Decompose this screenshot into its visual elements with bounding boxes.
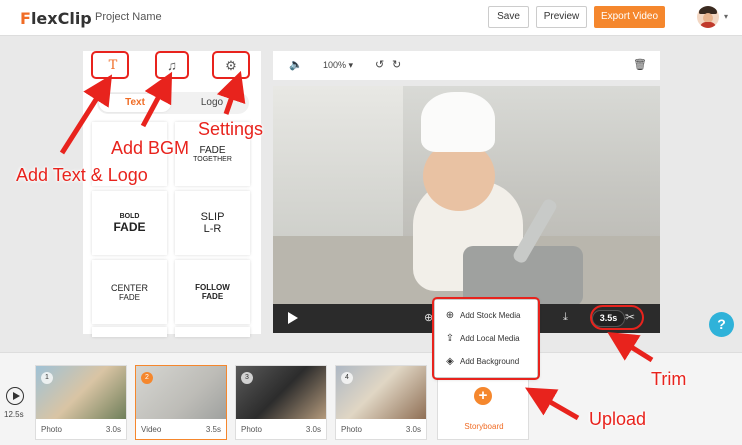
chevron-down-icon[interactable]: ▾ bbox=[724, 12, 728, 21]
logo-rest: lexClip bbox=[30, 9, 92, 28]
timeline-clip[interactable]: 1 Photo 3.0s bbox=[35, 365, 127, 440]
help-button[interactable]: ? bbox=[709, 312, 734, 337]
kitchen-background bbox=[273, 86, 403, 236]
timeline: 12.5s 1 Photo 3.0s 2 Video 3.5s 3 Photo … bbox=[0, 352, 742, 445]
clip-duration: 3.0s bbox=[105, 425, 121, 434]
total-duration: 12.5s bbox=[4, 410, 24, 419]
annotation-text-logo: Add Text & Logo bbox=[16, 165, 148, 185]
clip-duration: 3.5s bbox=[205, 425, 221, 434]
annotation-box-popup bbox=[432, 297, 540, 380]
text-template-tile[interactable]: CENTER FADE bbox=[92, 260, 167, 324]
preview-toolbar: 🔈 100% ▾ ↺ ↻ 🗑 bbox=[273, 51, 660, 80]
video-preview[interactable] bbox=[273, 86, 660, 304]
storyboard-label: Storyboard bbox=[464, 422, 504, 431]
clip-number: 3 bbox=[241, 372, 253, 384]
tile-line-1: FADE bbox=[199, 145, 226, 156]
trash-icon[interactable]: 🗑 bbox=[633, 58, 647, 71]
annotation-box-text bbox=[91, 51, 129, 79]
top-bar: FlexClip Project Name Save Preview Expor… bbox=[0, 0, 742, 36]
timeline-clip[interactable]: 4 Photo 3.0s bbox=[335, 365, 427, 440]
text-template-tile[interactable]: BOLD FADE bbox=[92, 191, 167, 255]
clip-duration: 3.0s bbox=[305, 425, 321, 434]
preview-button[interactable]: Preview bbox=[536, 6, 587, 28]
export-video-button[interactable]: Export Video bbox=[594, 6, 665, 28]
tile-line-1: CENTER bbox=[110, 282, 148, 293]
annotation-trim: Trim bbox=[651, 369, 687, 389]
split-icon[interactable]: ⤓ bbox=[563, 311, 568, 324]
annotation-bgm: Add BGM bbox=[111, 138, 190, 158]
annotation-box-settings bbox=[212, 51, 250, 79]
redo-icon[interactable]: ↻ bbox=[392, 58, 401, 71]
clip-type: Video bbox=[141, 425, 162, 434]
text-template-tile[interactable] bbox=[92, 327, 167, 337]
annotation-box-time bbox=[590, 305, 644, 330]
tab-text[interactable]: Text bbox=[99, 94, 171, 112]
zoom-select[interactable]: 100% ▾ bbox=[323, 60, 353, 71]
timeline-clip[interactable]: 3 Photo 3.0s bbox=[235, 365, 327, 440]
play-icon[interactable] bbox=[288, 312, 298, 324]
annotation-upload: Upload bbox=[589, 409, 647, 429]
text-template-tile[interactable]: SLIP L-R bbox=[175, 191, 250, 255]
text-template-tile[interactable]: FOLLOW FADE bbox=[175, 260, 250, 324]
left-panel: T ♫ ⚙ Text Logo FADE TOGETHER BOLD FADE … bbox=[83, 51, 261, 337]
text-template-tile[interactable] bbox=[175, 327, 250, 337]
chef-hat bbox=[421, 92, 495, 152]
volume-icon[interactable]: 🔈 bbox=[289, 58, 303, 71]
tab-logo[interactable]: Logo bbox=[177, 94, 247, 112]
clip-number: 2 bbox=[141, 372, 153, 384]
logo-letter: F bbox=[20, 9, 31, 28]
timeline-clip[interactable]: 2 Video 3.5s bbox=[135, 365, 227, 440]
tile-line-1: FOLLOW bbox=[195, 283, 230, 292]
timeline-play-button[interactable] bbox=[6, 387, 24, 405]
tile-line-2: FADE bbox=[113, 219, 146, 234]
tile-line-2: FADE bbox=[201, 292, 224, 301]
clip-number: 4 bbox=[341, 372, 353, 384]
avatar[interactable] bbox=[697, 6, 719, 28]
clip-type: Photo bbox=[341, 425, 362, 434]
tile-line-1: SLIP bbox=[200, 211, 225, 223]
save-button[interactable]: Save bbox=[488, 6, 529, 28]
clip-number: 1 bbox=[41, 372, 53, 384]
plus-icon[interactable]: + bbox=[474, 387, 492, 405]
clip-duration: 3.0s bbox=[405, 425, 421, 434]
project-name[interactable]: Project Name bbox=[95, 11, 162, 23]
annotation-settings: Settings bbox=[198, 119, 264, 139]
clip-type: Photo bbox=[241, 425, 262, 434]
tile-line-1: BOLD bbox=[119, 212, 140, 220]
text-logo-toggle: Text Logo bbox=[97, 92, 249, 114]
annotation-box-music bbox=[155, 51, 189, 79]
tile-line-2: FADE bbox=[119, 292, 140, 302]
clip-type: Photo bbox=[41, 425, 62, 434]
flexclip-logo[interactable]: FlexClip bbox=[20, 9, 92, 28]
tile-line-2: TOGETHER bbox=[193, 156, 232, 163]
undo-icon[interactable]: ↺ bbox=[375, 58, 384, 71]
tile-line-2: L-R bbox=[203, 223, 222, 235]
avatar-shirt bbox=[700, 22, 716, 28]
